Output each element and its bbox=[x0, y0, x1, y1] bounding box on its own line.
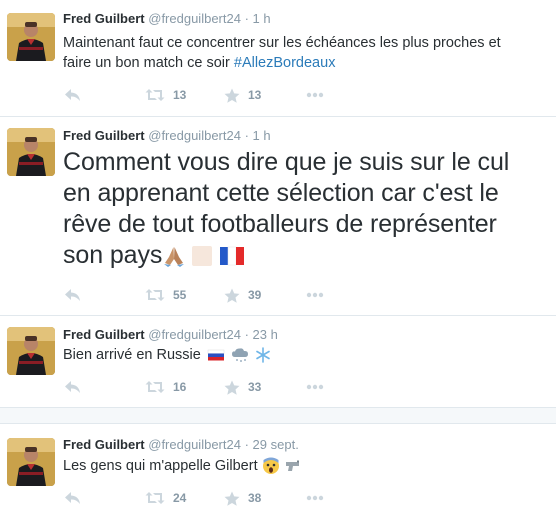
more-icon bbox=[306, 384, 324, 390]
display-name[interactable]: Fred Guilbert bbox=[63, 327, 145, 342]
separator: · bbox=[244, 437, 249, 452]
tweet-text-line: Comment vous dire que je suis sur le cul bbox=[63, 148, 510, 176]
star-icon bbox=[224, 491, 240, 506]
favorite-button[interactable]: 33 bbox=[224, 379, 261, 395]
timestamp[interactable]: 29 sept. bbox=[253, 437, 299, 452]
retweet-button[interactable]: 13 bbox=[145, 87, 186, 103]
username[interactable]: @fredguilbert24 bbox=[148, 11, 241, 26]
reply-button[interactable] bbox=[64, 287, 81, 303]
favorite-count: 13 bbox=[248, 88, 262, 102]
tweet[interactable]: Fred Guilbert @fredguilbert24 · 23 h Bie… bbox=[0, 316, 556, 407]
profile-photo bbox=[7, 13, 55, 61]
tweet-text-segment: Bien arrivé en Russie bbox=[63, 347, 201, 363]
retweet-icon bbox=[145, 492, 165, 504]
tweet[interactable]: Fred Guilbert @fredguilbert24 · 1 h Main… bbox=[0, 0, 556, 117]
tweet-text-line: faire un bon match ce soir #AllezBordeau… bbox=[63, 53, 501, 73]
reply-icon bbox=[65, 492, 80, 504]
profile-photo bbox=[7, 128, 55, 176]
tweet-text: Les gens qui m'appelle Gilbert bbox=[63, 456, 302, 476]
retweet-button[interactable]: 55 bbox=[145, 287, 186, 303]
tweet-actions: 55 39 bbox=[63, 287, 363, 303]
star-icon bbox=[224, 88, 240, 103]
tweet-text: Maintenant faut ce concentrer sur les éc… bbox=[63, 33, 501, 73]
tweet-actions: 24 38 bbox=[63, 490, 363, 506]
timestamp[interactable]: 1 h bbox=[253, 11, 271, 26]
display-name[interactable]: Fred Guilbert bbox=[63, 128, 145, 143]
tweet-actions: 16 33 bbox=[63, 379, 363, 395]
avatar[interactable] bbox=[7, 13, 55, 61]
skin-tone-modifier-icon bbox=[192, 246, 213, 267]
separator: · bbox=[244, 11, 249, 26]
retweet-button[interactable]: 16 bbox=[145, 379, 186, 395]
tweet[interactable]: Fred Guilbert @fredguilbert24 · 1 h Comm… bbox=[0, 117, 556, 316]
france-flag-icon bbox=[220, 247, 245, 266]
favorite-button[interactable]: 38 bbox=[224, 490, 261, 506]
tweet-text-line: en apprenant cette sélection car c'est l… bbox=[63, 179, 499, 207]
retweet-icon bbox=[145, 381, 165, 393]
more-button[interactable] bbox=[306, 87, 324, 103]
screaming-face-icon bbox=[262, 457, 279, 475]
retweet-count: 13 bbox=[173, 88, 187, 102]
tweet-text-segment: Les gens qui m'appelle Gilbert bbox=[63, 458, 258, 474]
snowflake-icon bbox=[256, 347, 270, 363]
display-name[interactable]: Fred Guilbert bbox=[63, 437, 145, 452]
reply-icon bbox=[65, 89, 80, 101]
retweet-button[interactable]: 24 bbox=[145, 490, 186, 506]
favorite-count: 38 bbox=[248, 491, 262, 505]
timeline-gap bbox=[0, 407, 556, 424]
tweet-text-line: rêve de tout footballeurs de représenter bbox=[63, 210, 497, 238]
favorite-button[interactable]: 13 bbox=[224, 87, 261, 103]
reply-button[interactable] bbox=[64, 379, 81, 395]
timestamp[interactable]: 1 h bbox=[253, 128, 271, 143]
avatar[interactable] bbox=[7, 327, 55, 375]
tweet-actions: 13 13 bbox=[63, 87, 363, 103]
cloud-snow-icon bbox=[231, 348, 248, 363]
retweet-icon bbox=[145, 89, 165, 101]
star-icon bbox=[224, 288, 240, 303]
separator: · bbox=[244, 327, 249, 342]
reply-button[interactable] bbox=[64, 490, 81, 506]
timestamp[interactable]: 23 h bbox=[253, 327, 278, 342]
reply-icon bbox=[65, 289, 80, 301]
avatar[interactable] bbox=[7, 128, 55, 176]
favorite-button[interactable]: 39 bbox=[224, 287, 261, 303]
favorite-count: 39 bbox=[248, 288, 262, 302]
more-icon bbox=[306, 92, 324, 98]
profile-photo bbox=[7, 438, 55, 486]
more-icon bbox=[306, 495, 324, 501]
tweet-text-line: son pays bbox=[63, 240, 509, 271]
praying-hands-emoji-icon bbox=[164, 247, 185, 268]
retweet-icon bbox=[145, 289, 165, 301]
display-name[interactable]: Fred Guilbert bbox=[63, 11, 145, 26]
reply-button[interactable] bbox=[64, 87, 81, 103]
tweet-text-segment: son pays bbox=[63, 241, 163, 269]
username[interactable]: @fredguilbert24 bbox=[148, 437, 241, 452]
more-button[interactable] bbox=[306, 379, 324, 395]
retweet-count: 55 bbox=[173, 288, 187, 302]
more-icon bbox=[306, 292, 324, 298]
favorite-count: 33 bbox=[248, 380, 262, 394]
profile-photo bbox=[7, 327, 55, 375]
tweet-text-segment: faire un bon match ce soir bbox=[63, 55, 234, 71]
more-button[interactable] bbox=[306, 287, 324, 303]
username[interactable]: @fredguilbert24 bbox=[148, 128, 241, 143]
gun-icon bbox=[285, 460, 299, 472]
retweet-count: 24 bbox=[173, 491, 187, 505]
retweet-count: 16 bbox=[173, 380, 187, 394]
avatar[interactable] bbox=[7, 438, 55, 486]
tweet-text: Comment vous dire que je suis sur le cul… bbox=[63, 147, 509, 271]
more-button[interactable] bbox=[306, 490, 324, 506]
separator: · bbox=[244, 128, 249, 143]
russia-flag-icon bbox=[207, 349, 225, 361]
reply-icon bbox=[65, 381, 80, 393]
tweet[interactable]: Fred Guilbert @fredguilbert24 · 29 sept.… bbox=[0, 424, 556, 506]
hashtag-link[interactable]: #AllezBordeaux bbox=[234, 55, 336, 71]
tweet-text: Bien arrivé en Russie bbox=[63, 345, 271, 365]
star-icon bbox=[224, 380, 240, 395]
username[interactable]: @fredguilbert24 bbox=[148, 327, 241, 342]
tweet-text-line: Maintenant faut ce concentrer sur les éc… bbox=[63, 35, 501, 51]
